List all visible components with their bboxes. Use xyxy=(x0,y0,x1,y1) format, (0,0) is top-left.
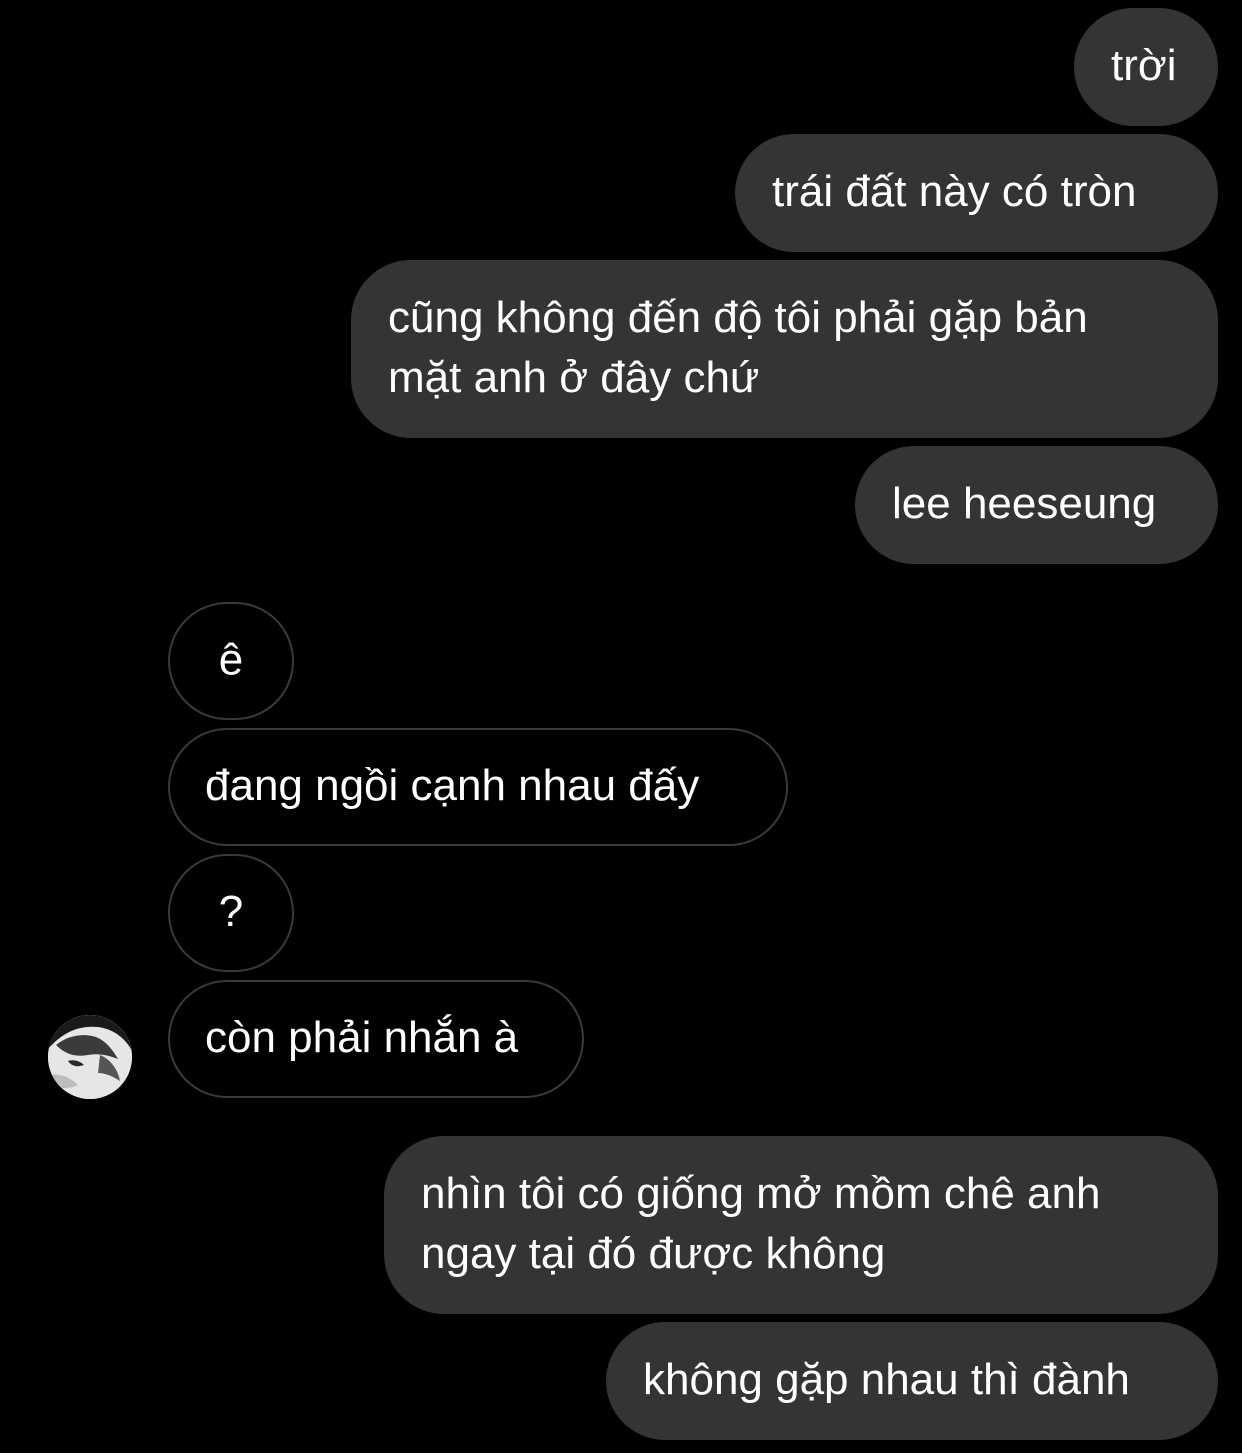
message-bubble-incoming[interactable]: ê xyxy=(168,602,294,720)
message-text: đang ngồi cạnh nhau đấy xyxy=(205,761,700,810)
message-bubble-incoming[interactable]: đang ngồi cạnh nhau đấy xyxy=(168,728,788,846)
message-text: ? xyxy=(218,887,244,936)
message-text: không gặp nhau thì đành xyxy=(643,1355,1130,1404)
message-text: ê xyxy=(218,635,244,684)
message-bubble-incoming[interactable]: ? xyxy=(168,854,294,972)
message-bubble-outgoing[interactable]: cũng không đến độ tôi phải gặp bản mặt a… xyxy=(351,260,1218,438)
message-text-line: ngay tại đó được không xyxy=(421,1229,886,1278)
message-bubble-incoming[interactable]: còn phải nhắn à xyxy=(168,980,584,1098)
chat-thread: trời trái đất này có tròn cũng không đến… xyxy=(0,0,1242,1453)
message-text: lee heeseung xyxy=(892,479,1157,528)
message-text-line: nhìn tôi có giống mở mồm chê anh xyxy=(421,1169,1101,1218)
message-text: trái đất này có tròn xyxy=(772,167,1137,216)
contact-avatar[interactable] xyxy=(48,1015,132,1099)
message-bubble-outgoing[interactable]: lee heeseung xyxy=(855,446,1218,564)
message-text-line: cũng không đến độ tôi phải gặp bản xyxy=(388,293,1088,342)
message-bubble-outgoing[interactable]: trái đất này có tròn xyxy=(735,134,1218,252)
message-text-line: mặt anh ở đây chứ xyxy=(388,353,760,402)
message-bubble-outgoing[interactable]: nhìn tôi có giống mở mồm chê anh ngay tạ… xyxy=(384,1136,1218,1314)
avatar-photo-icon xyxy=(48,1015,132,1099)
message-text: trời xyxy=(1111,41,1177,90)
message-bubble-outgoing[interactable]: không gặp nhau thì đành xyxy=(606,1322,1218,1440)
message-bubble-outgoing[interactable]: trời xyxy=(1074,8,1218,126)
message-text: còn phải nhắn à xyxy=(205,1013,519,1062)
